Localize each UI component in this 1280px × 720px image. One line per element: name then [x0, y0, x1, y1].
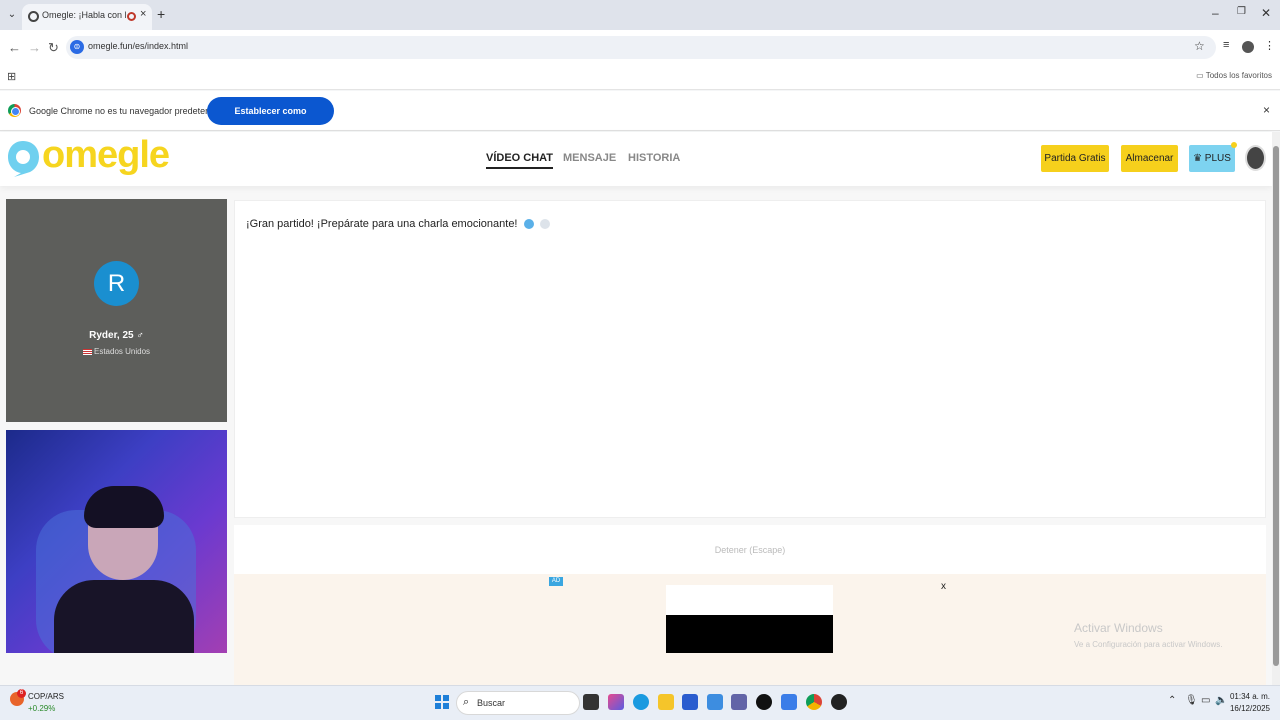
app-icon[interactable] [781, 694, 797, 710]
tab-close-button[interactable]: × [140, 8, 146, 20]
activate-windows-title: Activar Windows [1074, 621, 1163, 635]
ticker-change: +0.29% [28, 704, 56, 713]
chat-message-text: ¡Gran partido! ¡Prepárate para una charl… [246, 218, 518, 230]
us-flag-icon [82, 348, 92, 355]
store-app-icon[interactable] [682, 694, 698, 710]
reload-icon[interactable]: ↻ [48, 40, 59, 56]
all-bookmarks-folder[interactable]: ▭ Todos los favoritos [1196, 71, 1272, 80]
taskbar-clock[interactable]: 01:34 a. m. 16/12/2025 [1230, 691, 1270, 715]
partner-country-label: Estados Unidos [93, 347, 151, 356]
globe-icon [523, 219, 534, 230]
tab-title: Omegle: ¡Habla con Descon [42, 10, 126, 20]
ad-tag: AD [549, 577, 563, 586]
volume-icon[interactable]: 🔈 [1215, 695, 1227, 706]
set-default-button[interactable]: Establecer como predeterminado [207, 97, 334, 144]
ad-content[interactable] [666, 615, 833, 653]
tiktok-icon[interactable] [756, 694, 772, 710]
taskbar-search[interactable]: ⌕ Buscar [456, 691, 580, 715]
chrome-icon [8, 104, 21, 117]
chrome-taskbar-icon[interactable] [806, 694, 822, 710]
menu-dots-icon[interactable]: ⋮ [1264, 39, 1275, 52]
nav-history[interactable]: HISTORIA [628, 152, 680, 164]
close-window-button[interactable]: ✕ [1261, 6, 1271, 20]
apps-grid-icon[interactable]: ⊞ [7, 70, 16, 83]
address-toolbar: ← → ↻ ⊜ omegle.fun/es/index.html ☆ ≡ ⋮ [0, 30, 1280, 64]
windows-taskbar: 6 COP/ARS +0.29% ⌕ Buscar ⌃ 🎙 ▭ 🔈 01:34 … [0, 685, 1280, 720]
network-icon[interactable]: ▭ [1201, 695, 1210, 706]
partner-video-panel: R Ryder, 25 ♂ Estados Unidos [6, 199, 227, 422]
omegle-page: omegle VÍDEO CHAT MENSAJE HISTORIA Parti… [0, 132, 1272, 685]
omegle-logo-icon[interactable] [6, 138, 40, 178]
new-tab-button[interactable]: + [157, 6, 165, 22]
store-button[interactable]: Almacenar [1121, 145, 1178, 172]
tray-chevron-icon[interactable]: ⌃ [1168, 695, 1176, 706]
site-header: omegle VÍDEO CHAT MENSAJE HISTORIA Parti… [0, 132, 1272, 186]
ad-banner[interactable] [666, 585, 833, 653]
default-browser-infobar: Google Chrome no es tu navegador predete… [0, 91, 1280, 144]
clock-time: 01:34 a. m. [1229, 692, 1270, 701]
clock-date: 16/12/2025 [1229, 704, 1270, 713]
ticker-label[interactable]: COP/ARS [28, 692, 64, 701]
all-bookmarks-label: Todos los favoritos [1205, 71, 1272, 80]
speech-bubble-icon [539, 219, 550, 230]
scrollbar-thumb[interactable] [1273, 146, 1279, 666]
free-match-button[interactable]: Partida Gratis [1041, 145, 1109, 172]
nav-video-chat[interactable]: VÍDEO CHAT [486, 152, 554, 169]
site-info-icon[interactable]: ⊜ [70, 40, 84, 54]
browser-tabbar: ⌄ Omegle: ¡Habla con Descon × + – ❐ ✕ [0, 0, 1280, 30]
nav-message[interactable]: MENSAJE [563, 152, 616, 164]
outlook-icon[interactable] [707, 694, 723, 710]
omnibox[interactable]: ⊜ omegle.fun/es/index.html ☆ [66, 36, 1216, 59]
copilot-icon[interactable] [608, 694, 624, 710]
microphone-icon[interactable]: 🎙 [1185, 695, 1198, 706]
partner-avatar: R [94, 261, 139, 306]
recording-icon [127, 12, 136, 21]
bookmark-star-icon[interactable]: ☆ [1194, 39, 1205, 53]
forward-arrow-icon[interactable]: → [28, 40, 41, 55]
stop-bar[interactable]: Detener (Escape) [234, 525, 1266, 574]
browser-tab[interactable]: Omegle: ¡Habla con Descon × [22, 4, 152, 30]
self-camera-feed [6, 430, 227, 653]
search-icon: ⌕ [463, 696, 470, 708]
ad-close-button[interactable]: x [941, 581, 946, 592]
file-explorer-icon[interactable] [658, 694, 674, 710]
activate-windows-subtitle: Ve a Configuración para activar Windows. [1074, 640, 1223, 649]
plus-button[interactable]: ♛ PLUS [1189, 145, 1235, 172]
infobar-close-button[interactable]: × [1263, 103, 1270, 117]
person-hair [84, 486, 164, 528]
site-logo-text[interactable]: omegle [42, 134, 170, 177]
stop-button[interactable]: Detener (Escape) [234, 545, 1266, 555]
chat-log: ¡Gran partido! ¡Prepárate para una charl… [234, 200, 1266, 518]
notification-dot [1231, 142, 1237, 148]
back-arrow-icon[interactable]: ← [8, 40, 21, 55]
edge-icon[interactable] [633, 694, 649, 710]
url-text[interactable]: omegle.fun/es/index.html [88, 41, 188, 51]
tab-search-icon[interactable]: ⌄ [4, 6, 20, 24]
reading-list-icon[interactable]: ≡ [1223, 39, 1229, 51]
user-avatar[interactable] [1245, 145, 1266, 171]
partner-name: Ryder, 25 ♂ [89, 330, 144, 341]
widget-badge: 6 [17, 689, 26, 698]
omegle-favicon-icon [28, 11, 39, 22]
ad-zone: AD x Activar Windows Ve a Configuración … [234, 574, 1266, 685]
file-manager-icon[interactable] [583, 694, 599, 710]
minimize-button[interactable]: – [1212, 6, 1219, 20]
teams-icon[interactable] [731, 694, 747, 710]
taskbar-search-label: Buscar [477, 698, 506, 708]
profile-avatar[interactable] [1242, 41, 1254, 53]
bookmarks-bar: ⊞ ▭ Todos los favoritos [0, 64, 1280, 90]
start-windows-icon[interactable] [435, 695, 449, 709]
partner-country: Estados Unidos [6, 347, 227, 356]
restore-button[interactable]: ❐ [1237, 6, 1246, 17]
obs-icon[interactable] [831, 694, 847, 710]
chat-message: ¡Gran partido! ¡Prepárate para una charl… [246, 218, 550, 230]
page-scrollbar[interactable] [1272, 132, 1280, 685]
person-body [54, 580, 194, 653]
